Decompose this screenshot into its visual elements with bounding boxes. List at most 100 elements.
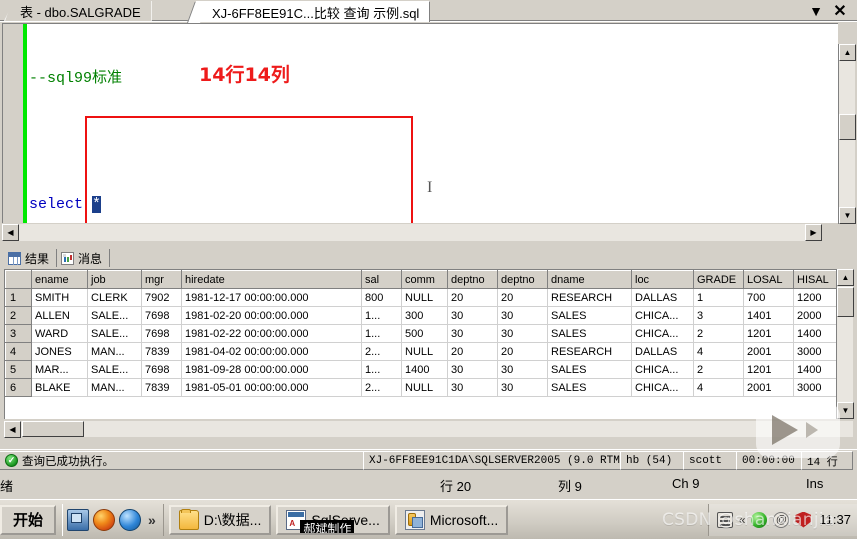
tab-results[interactable]: 结果 [4,249,58,267]
table-cell[interactable]: SALES [547,378,632,397]
table-cell[interactable]: ALLEN [31,306,88,325]
table-cell[interactable]: 7698 [141,360,182,379]
tab-query-sql[interactable]: XJ-6FF8EE91C...比较 查询 示例.sql [196,1,431,22]
scroll-up-icon[interactable]: ▲ [839,44,856,61]
sql-editor-surface[interactable]: --sql99标准 select * from emp "E" join dep… [2,23,838,223]
table-cell[interactable]: 1400 [401,360,448,379]
table-cell[interactable]: 2 [693,324,744,343]
row-header-cell[interactable]: 5 [5,360,32,379]
row-header-cell[interactable]: 6 [5,378,32,397]
table-cell[interactable]: DALLAS [631,342,694,361]
table-cell[interactable]: CHICA... [631,324,694,343]
table-cell[interactable]: 300 [401,306,448,325]
table-cell[interactable]: 1... [361,324,402,343]
scroll-left-icon[interactable]: ◀ [4,421,21,438]
table-cell[interactable]: 4 [693,378,744,397]
table-cell[interactable]: MAR... [31,360,88,379]
table-cell[interactable]: NULL [401,342,448,361]
results-column-header[interactable]: GRADE [693,270,744,289]
results-vscroll-thumb[interactable] [837,287,854,317]
table-cell[interactable]: 700 [743,288,794,307]
table-cell[interactable]: MAN... [87,342,142,361]
table-cell[interactable]: 500 [401,324,448,343]
results-column-header[interactable]: LOSAL [743,270,794,289]
results-column-header[interactable]: mgr [141,270,182,289]
results-column-header[interactable]: job [87,270,142,289]
results-column-header[interactable]: deptno [447,270,498,289]
results-grid[interactable]: ename job mgr hiredate sal comm deptno deptno dn… [4,269,853,419]
results-column-header[interactable]: sal [361,270,402,289]
tab-messages[interactable]: 消息 [57,249,111,267]
editor-vscroll-thumb[interactable] [839,114,856,140]
row-header-cell[interactable]: 3 [5,324,32,343]
green-ball-icon[interactable] [751,511,768,528]
scroll-up-icon[interactable]: ▲ [837,269,854,286]
table-row[interactable]: 1 SMITH CLERK 7902 1981-12-17 00:00:00.000 80… [5,288,844,307]
table-cell[interactable]: 1... [361,306,402,325]
table-cell[interactable]: 4 [693,342,744,361]
table-cell[interactable]: 1201 [743,324,794,343]
scroll-left-icon[interactable]: ◀ [2,224,19,241]
table-cell[interactable]: 20 [497,288,548,307]
table-cell[interactable]: SALE... [87,306,142,325]
scroll-down-icon[interactable]: ▼ [837,402,854,419]
table-cell[interactable]: 7839 [141,378,182,397]
shield-icon[interactable] [795,511,812,528]
table-row[interactable]: 4 JONES MAN... 7839 1981-04-02 00:00:00.000 2… [5,342,844,361]
table-cell[interactable]: 1201 [743,360,794,379]
table-cell[interactable]: 1981-05-01 00:00:00.000 [181,378,362,397]
taskbar-item-explorer[interactable]: D:\数据... [168,504,272,535]
results-column-header[interactable]: deptno [497,270,548,289]
table-cell[interactable]: 7698 [141,324,182,343]
table-cell[interactable]: 30 [497,360,548,379]
table-cell[interactable]: 30 [497,324,548,343]
table-cell[interactable]: SALES [547,306,632,325]
table-cell[interactable]: RESEARCH [547,342,632,361]
results-column-header[interactable]: hiredate [181,270,362,289]
table-cell[interactable]: 1... [361,360,402,379]
table-cell[interactable]: SALES [547,324,632,343]
table-cell[interactable]: 7698 [141,306,182,325]
results-horizontal-scrollbar[interactable]: ◀ [4,421,853,438]
table-cell[interactable]: SALE... [87,324,142,343]
results-vertical-scrollbar[interactable]: ▲ ▼ [836,269,854,419]
results-column-header[interactable]: comm [401,270,448,289]
table-cell[interactable]: 1981-12-17 00:00:00.000 [181,288,362,307]
quicklaunch-more-icon[interactable]: » [148,512,156,528]
results-column-header[interactable]: ename [31,270,88,289]
table-cell[interactable]: 1981-02-20 00:00:00.000 [181,306,362,325]
results-column-header[interactable]: loc [631,270,694,289]
table-cell[interactable]: SALES [547,360,632,379]
table-cell[interactable]: 30 [447,378,498,397]
table-cell[interactable]: 2... [361,378,402,397]
results-column-header[interactable]: dname [547,270,632,289]
table-row[interactable]: 2 ALLEN SALE... 7698 1981-02-20 00:00:00.000… [5,306,844,325]
table-cell[interactable]: WARD [31,324,88,343]
internet-explorer-icon[interactable] [119,508,141,531]
results-corner-header[interactable] [5,270,32,289]
row-header-cell[interactable]: 1 [5,288,32,307]
table-cell[interactable]: 20 [497,342,548,361]
table-cell[interactable]: 800 [361,288,402,307]
table-cell[interactable]: 30 [447,306,498,325]
tray-expand-icon[interactable]: « [739,513,746,527]
clock[interactable]: 11:37 [819,512,851,527]
at-sign-icon[interactable]: @ [773,511,790,528]
table-cell[interactable]: 2001 [743,378,794,397]
taskbar-item-ssms[interactable]: Microsoft... [394,504,509,535]
table-cell[interactable]: NULL [401,288,448,307]
table-cell[interactable]: 20 [447,288,498,307]
table-cell[interactable]: MAN... [87,378,142,397]
table-cell[interactable]: 2 [693,360,744,379]
table-cell[interactable]: 1981-02-22 00:00:00.000 [181,324,362,343]
tab-table-salgrade[interactable]: 表 - dbo.SALGRADE [4,1,152,21]
table-cell[interactable]: CLERK [87,288,142,307]
table-cell[interactable]: NULL [401,378,448,397]
taskbar-item-sqlserver[interactable]: SqlServe... 郝斌制作 [276,504,390,535]
table-cell[interactable]: 7902 [141,288,182,307]
table-cell[interactable]: JONES [31,342,88,361]
table-cell[interactable]: 30 [447,324,498,343]
table-cell[interactable]: 30 [497,378,548,397]
table-cell[interactable]: DALLAS [631,288,694,307]
table-cell[interactable]: CHICA... [631,306,694,325]
